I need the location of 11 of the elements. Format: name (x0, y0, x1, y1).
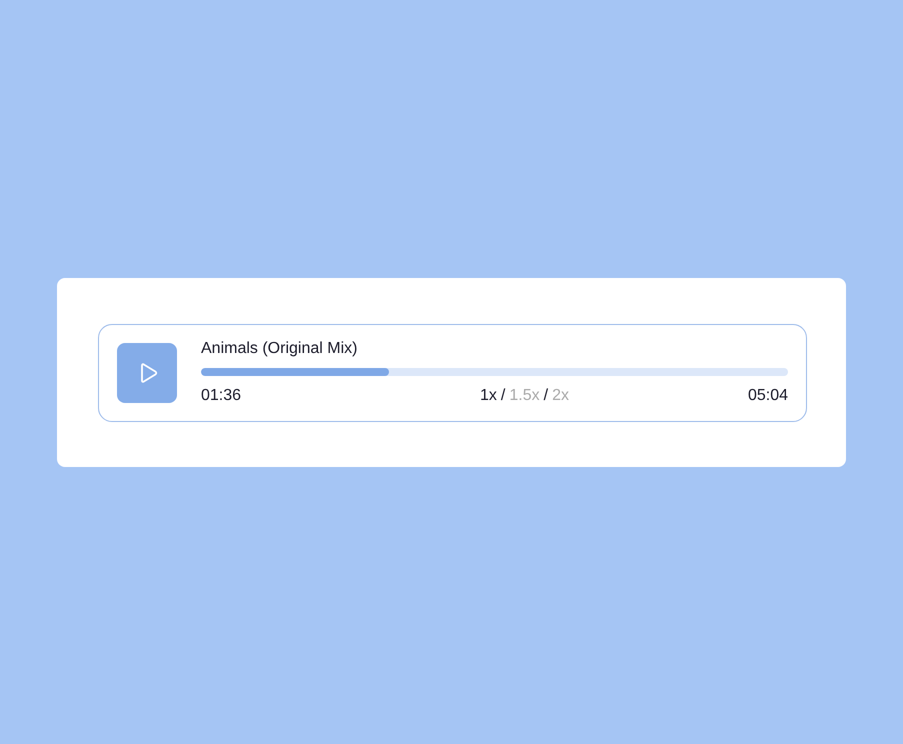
speed-separator: / (544, 386, 548, 406)
speed-option[interactable]: 1.5x (509, 386, 540, 406)
total-time: 05:04 (748, 386, 788, 406)
play-icon (138, 362, 158, 384)
progress-bar[interactable] (201, 368, 788, 376)
speed-option[interactable]: 1x (480, 386, 497, 406)
play-button[interactable] (117, 342, 177, 402)
elapsed-time: 01:36 (201, 386, 242, 406)
speed-option[interactable]: 2x (552, 386, 569, 406)
track-title: Animals (Original Mix) (201, 339, 358, 359)
speed-separator: / (500, 386, 506, 406)
